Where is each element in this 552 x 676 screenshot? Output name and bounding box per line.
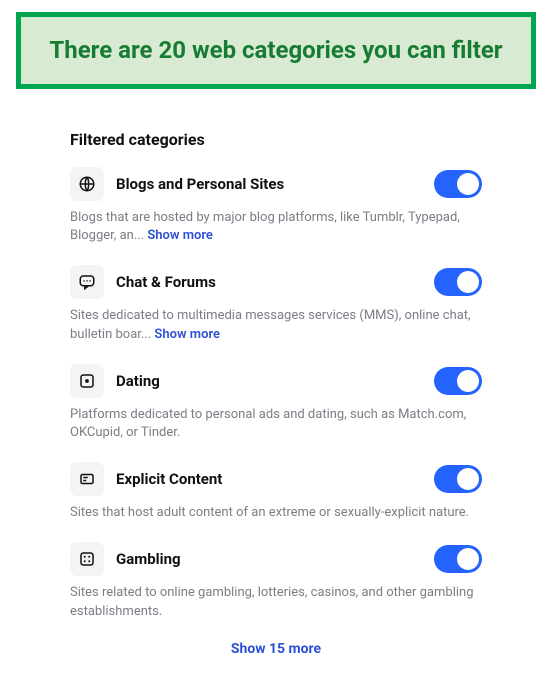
category-description: Sites dedicated to multimedia messages s… bbox=[70, 307, 482, 343]
category-description: Sites related to online gambling, lotter… bbox=[70, 584, 482, 620]
dating-icon bbox=[70, 364, 104, 398]
toggle-chat[interactable] bbox=[434, 268, 482, 296]
explicit-icon bbox=[70, 462, 104, 496]
category-header: Explicit Content bbox=[70, 462, 482, 496]
show-more-link[interactable]: Show more bbox=[154, 327, 220, 342]
show-more-link[interactable]: Show more bbox=[147, 228, 213, 243]
gambling-icon bbox=[70, 542, 104, 576]
category-header: Chat & Forums bbox=[70, 265, 482, 299]
toggle-dating[interactable] bbox=[434, 367, 482, 395]
toggle-explicit[interactable] bbox=[434, 465, 482, 493]
category-header: Gambling bbox=[70, 542, 482, 576]
category-title: Blogs and Personal Sites bbox=[116, 175, 422, 193]
description-text: Sites related to online gambling, lotter… bbox=[70, 585, 474, 618]
description-text: Sites dedicated to multimedia messages s… bbox=[70, 308, 471, 341]
category-title: Chat & Forums bbox=[116, 273, 422, 291]
description-text: Sites that host adult content of an extr… bbox=[70, 505, 469, 520]
annotation-text: There are 20 web categories you can filt… bbox=[41, 35, 511, 66]
annotation-callout: There are 20 web categories you can filt… bbox=[16, 12, 536, 89]
description-text: Blogs that are hosted by major blog plat… bbox=[70, 210, 460, 243]
globe-icon bbox=[70, 167, 104, 201]
toggle-gambling[interactable] bbox=[434, 545, 482, 573]
toggle-blogs[interactable] bbox=[434, 170, 482, 198]
category-description: Sites that host adult content of an extr… bbox=[70, 504, 482, 522]
category-header: Dating bbox=[70, 364, 482, 398]
category-title: Dating bbox=[116, 372, 422, 390]
category-title: Gambling bbox=[116, 550, 422, 568]
category-item-gambling: Gambling Sites related to online gamblin… bbox=[70, 542, 482, 620]
category-header: Blogs and Personal Sites bbox=[70, 167, 482, 201]
category-title: Explicit Content bbox=[116, 470, 422, 488]
category-item-blogs: Blogs and Personal Sites Blogs that are … bbox=[70, 167, 482, 245]
category-item-dating: Dating Platforms dedicated to personal a… bbox=[70, 364, 482, 442]
chat-icon bbox=[70, 265, 104, 299]
category-description: Blogs that are hosted by major blog plat… bbox=[70, 209, 482, 245]
category-item-chat: Chat & Forums Sites dedicated to multime… bbox=[70, 265, 482, 343]
description-text: Platforms dedicated to personal ads and … bbox=[70, 407, 466, 440]
category-description: Platforms dedicated to personal ads and … bbox=[70, 406, 482, 442]
filtered-categories-panel: Filtered categories Blogs and Personal S… bbox=[70, 130, 482, 666]
section-title: Filtered categories bbox=[70, 130, 482, 149]
show-more-footer[interactable]: Show 15 more bbox=[70, 641, 482, 657]
category-item-explicit: Explicit Content Sites that host adult c… bbox=[70, 462, 482, 522]
